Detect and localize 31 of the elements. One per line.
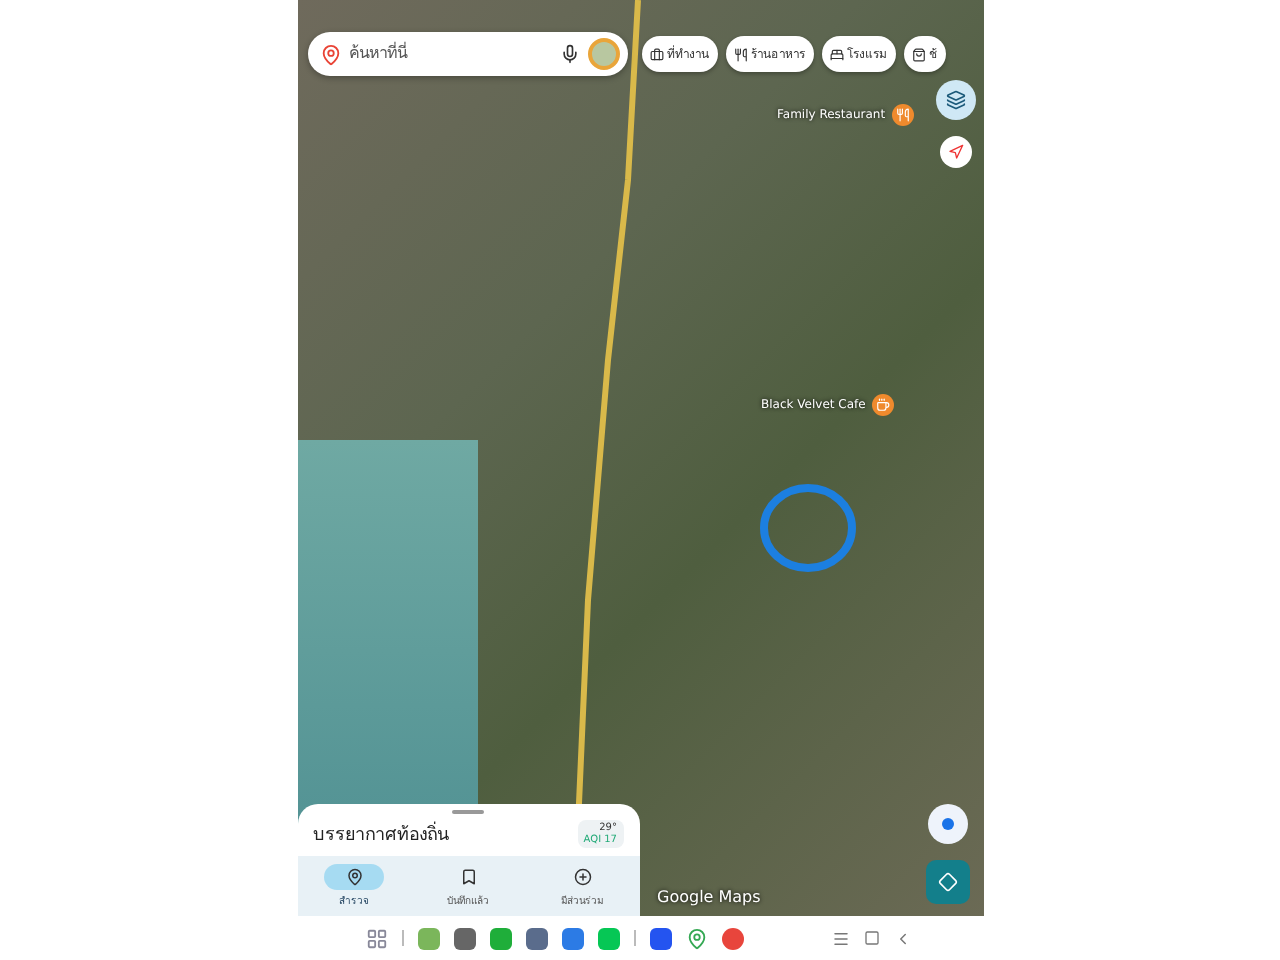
recent-apps-icon bbox=[831, 929, 849, 947]
compass-icon bbox=[947, 144, 963, 160]
my-location-button[interactable] bbox=[927, 804, 967, 844]
explore-icon bbox=[345, 868, 363, 886]
map-attribution: Google Maps bbox=[657, 888, 761, 906]
layers-icon bbox=[945, 90, 965, 110]
app-icon[interactable] bbox=[649, 927, 671, 949]
contribute-icon bbox=[573, 868, 591, 886]
directions-button[interactable] bbox=[925, 860, 969, 904]
map-pin-logo-icon bbox=[319, 43, 341, 65]
app-drawer-icon bbox=[365, 927, 387, 949]
category-icon bbox=[829, 47, 843, 61]
sheet-title: บรรยากาศท้องถิ่น bbox=[313, 820, 449, 848]
maps-app-icon bbox=[685, 927, 707, 949]
category-icon bbox=[911, 47, 925, 61]
app-icon[interactable] bbox=[489, 927, 511, 949]
sheet-handle[interactable] bbox=[452, 810, 484, 814]
microphone-icon bbox=[559, 44, 579, 64]
compass-button[interactable] bbox=[939, 136, 971, 168]
place-pin-icon[interactable] bbox=[871, 394, 894, 416]
app-icon[interactable] bbox=[561, 927, 583, 949]
category-icon bbox=[733, 47, 747, 61]
search-input[interactable]: ค้นหาที่นี่ bbox=[349, 36, 551, 72]
location-dot-icon bbox=[941, 818, 953, 830]
saved-icon bbox=[459, 868, 477, 886]
layers-button[interactable] bbox=[935, 80, 975, 120]
directions-icon bbox=[937, 872, 957, 892]
home-icon bbox=[863, 930, 879, 946]
category-icon bbox=[649, 47, 663, 61]
search-field[interactable]: ค้นหาที่นี่ bbox=[307, 32, 627, 76]
place-pin-icon[interactable] bbox=[891, 104, 914, 126]
